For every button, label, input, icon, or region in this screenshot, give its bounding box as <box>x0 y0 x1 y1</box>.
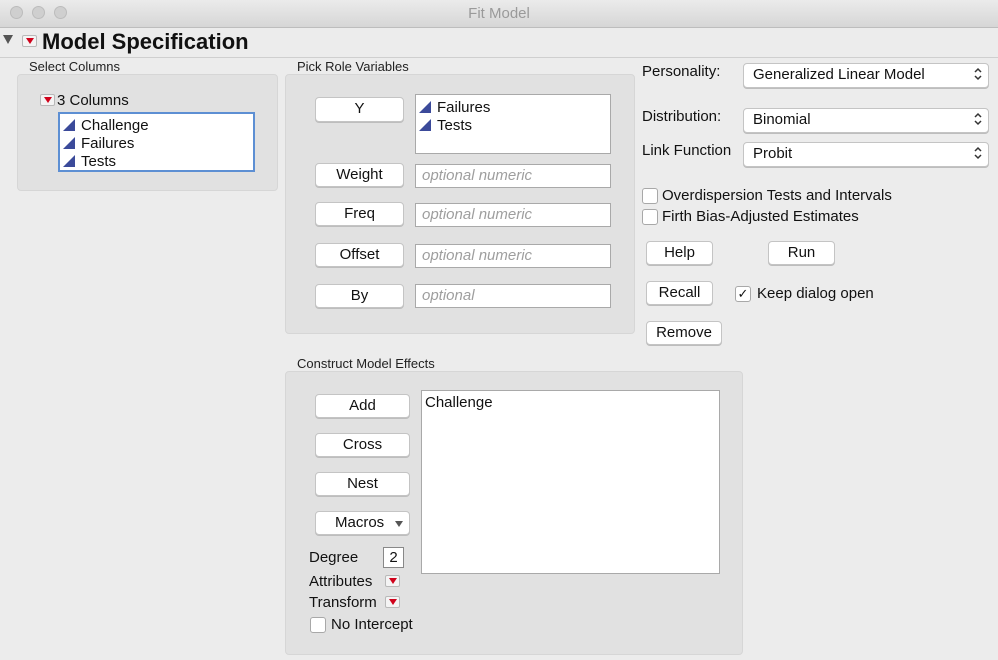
weight-role-button[interactable]: Weight <box>315 163 404 187</box>
y-role-list[interactable]: Failures Tests <box>415 94 611 154</box>
continuous-column-icon <box>63 119 75 131</box>
pick-role-variables-label: Pick Role Variables <box>297 59 409 74</box>
chevron-updown-icon <box>974 146 982 160</box>
degree-label: Degree <box>309 549 359 566</box>
list-item[interactable]: Challenge <box>60 116 253 134</box>
weight-field[interactable]: optional numeric <box>415 164 611 188</box>
red-triangle-icon <box>25 38 34 44</box>
window-title: Fit Model <box>468 5 530 22</box>
no-intercept-label: No Intercept <box>331 616 413 633</box>
list-item[interactable]: Challenge <box>422 393 719 411</box>
chevron-updown-icon <box>974 67 982 81</box>
firth-label: Firth Bias-Adjusted Estimates <box>662 208 859 225</box>
list-item[interactable]: Failures <box>416 98 610 116</box>
link-function-select[interactable]: Probit <box>743 142 989 167</box>
list-item[interactable]: Tests <box>416 116 610 134</box>
list-item[interactable]: Failures <box>60 134 253 152</box>
help-button[interactable]: Help <box>646 241 713 265</box>
keep-open-checkbox[interactable]: ✓ <box>735 286 751 302</box>
overdispersion-label: Overdispersion Tests and Intervals <box>662 187 892 204</box>
construct-model-effects-label: Construct Model Effects <box>297 356 435 371</box>
attributes-menu-button[interactable] <box>385 575 400 587</box>
overdispersion-checkbox[interactable] <box>642 188 658 204</box>
continuous-column-icon <box>63 137 75 149</box>
firth-checkbox[interactable] <box>642 209 658 225</box>
link-function-label: Link Function <box>642 142 732 159</box>
personality-select[interactable]: Generalized Linear Model <box>743 63 989 88</box>
disclosure-triangle-icon[interactable] <box>3 35 13 44</box>
page-title: Model Specification <box>42 29 249 54</box>
chevron-updown-icon <box>974 112 982 126</box>
attributes-label: Attributes <box>309 573 373 590</box>
checkmark-icon: ✓ <box>737 286 749 301</box>
continuous-column-icon <box>63 155 75 167</box>
by-field[interactable]: optional <box>415 284 611 308</box>
by-role-button[interactable]: By <box>315 284 404 308</box>
select-columns-label: Select Columns <box>29 59 121 74</box>
freq-field[interactable]: optional numeric <box>415 203 611 227</box>
distribution-select[interactable]: Binomial <box>743 108 989 133</box>
transform-label: Transform <box>309 594 377 611</box>
dropdown-arrow-icon <box>395 521 403 527</box>
red-triangle-icon <box>388 578 397 584</box>
freq-role-button[interactable]: Freq <box>315 202 404 226</box>
offset-role-button[interactable]: Offset <box>315 243 404 267</box>
distribution-label: Distribution: <box>642 108 722 125</box>
transform-menu-button[interactable] <box>385 596 400 608</box>
recall-button[interactable]: Recall <box>646 281 713 305</box>
add-effect-button[interactable]: Add <box>315 394 410 418</box>
continuous-column-icon <box>419 119 431 131</box>
degree-input[interactable]: 2 <box>383 547 404 568</box>
nest-effect-button[interactable]: Nest <box>315 472 410 496</box>
personality-label: Personality: <box>642 63 721 80</box>
no-intercept-checkbox[interactable] <box>310 617 326 633</box>
remove-button[interactable]: Remove <box>646 321 722 345</box>
offset-field[interactable]: optional numeric <box>415 244 611 268</box>
list-item[interactable]: Tests <box>60 152 253 170</box>
columns-menu-button[interactable] <box>40 94 55 106</box>
model-spec-menu-button[interactable] <box>22 35 37 47</box>
columns-list[interactable]: Challenge Failures Tests <box>58 112 255 172</box>
keep-open-label: Keep dialog open <box>757 285 874 302</box>
red-triangle-icon <box>388 599 397 605</box>
macros-button[interactable]: Macros <box>315 511 410 535</box>
y-role-button[interactable]: Y <box>315 97 404 122</box>
run-button[interactable]: Run <box>768 241 835 265</box>
cross-effect-button[interactable]: Cross <box>315 433 410 457</box>
continuous-column-icon <box>419 101 431 113</box>
model-effects-list[interactable]: Challenge <box>421 390 720 574</box>
columns-group-label: 3 Columns <box>57 92 129 109</box>
header-divider <box>0 57 998 58</box>
red-triangle-icon <box>43 97 52 103</box>
